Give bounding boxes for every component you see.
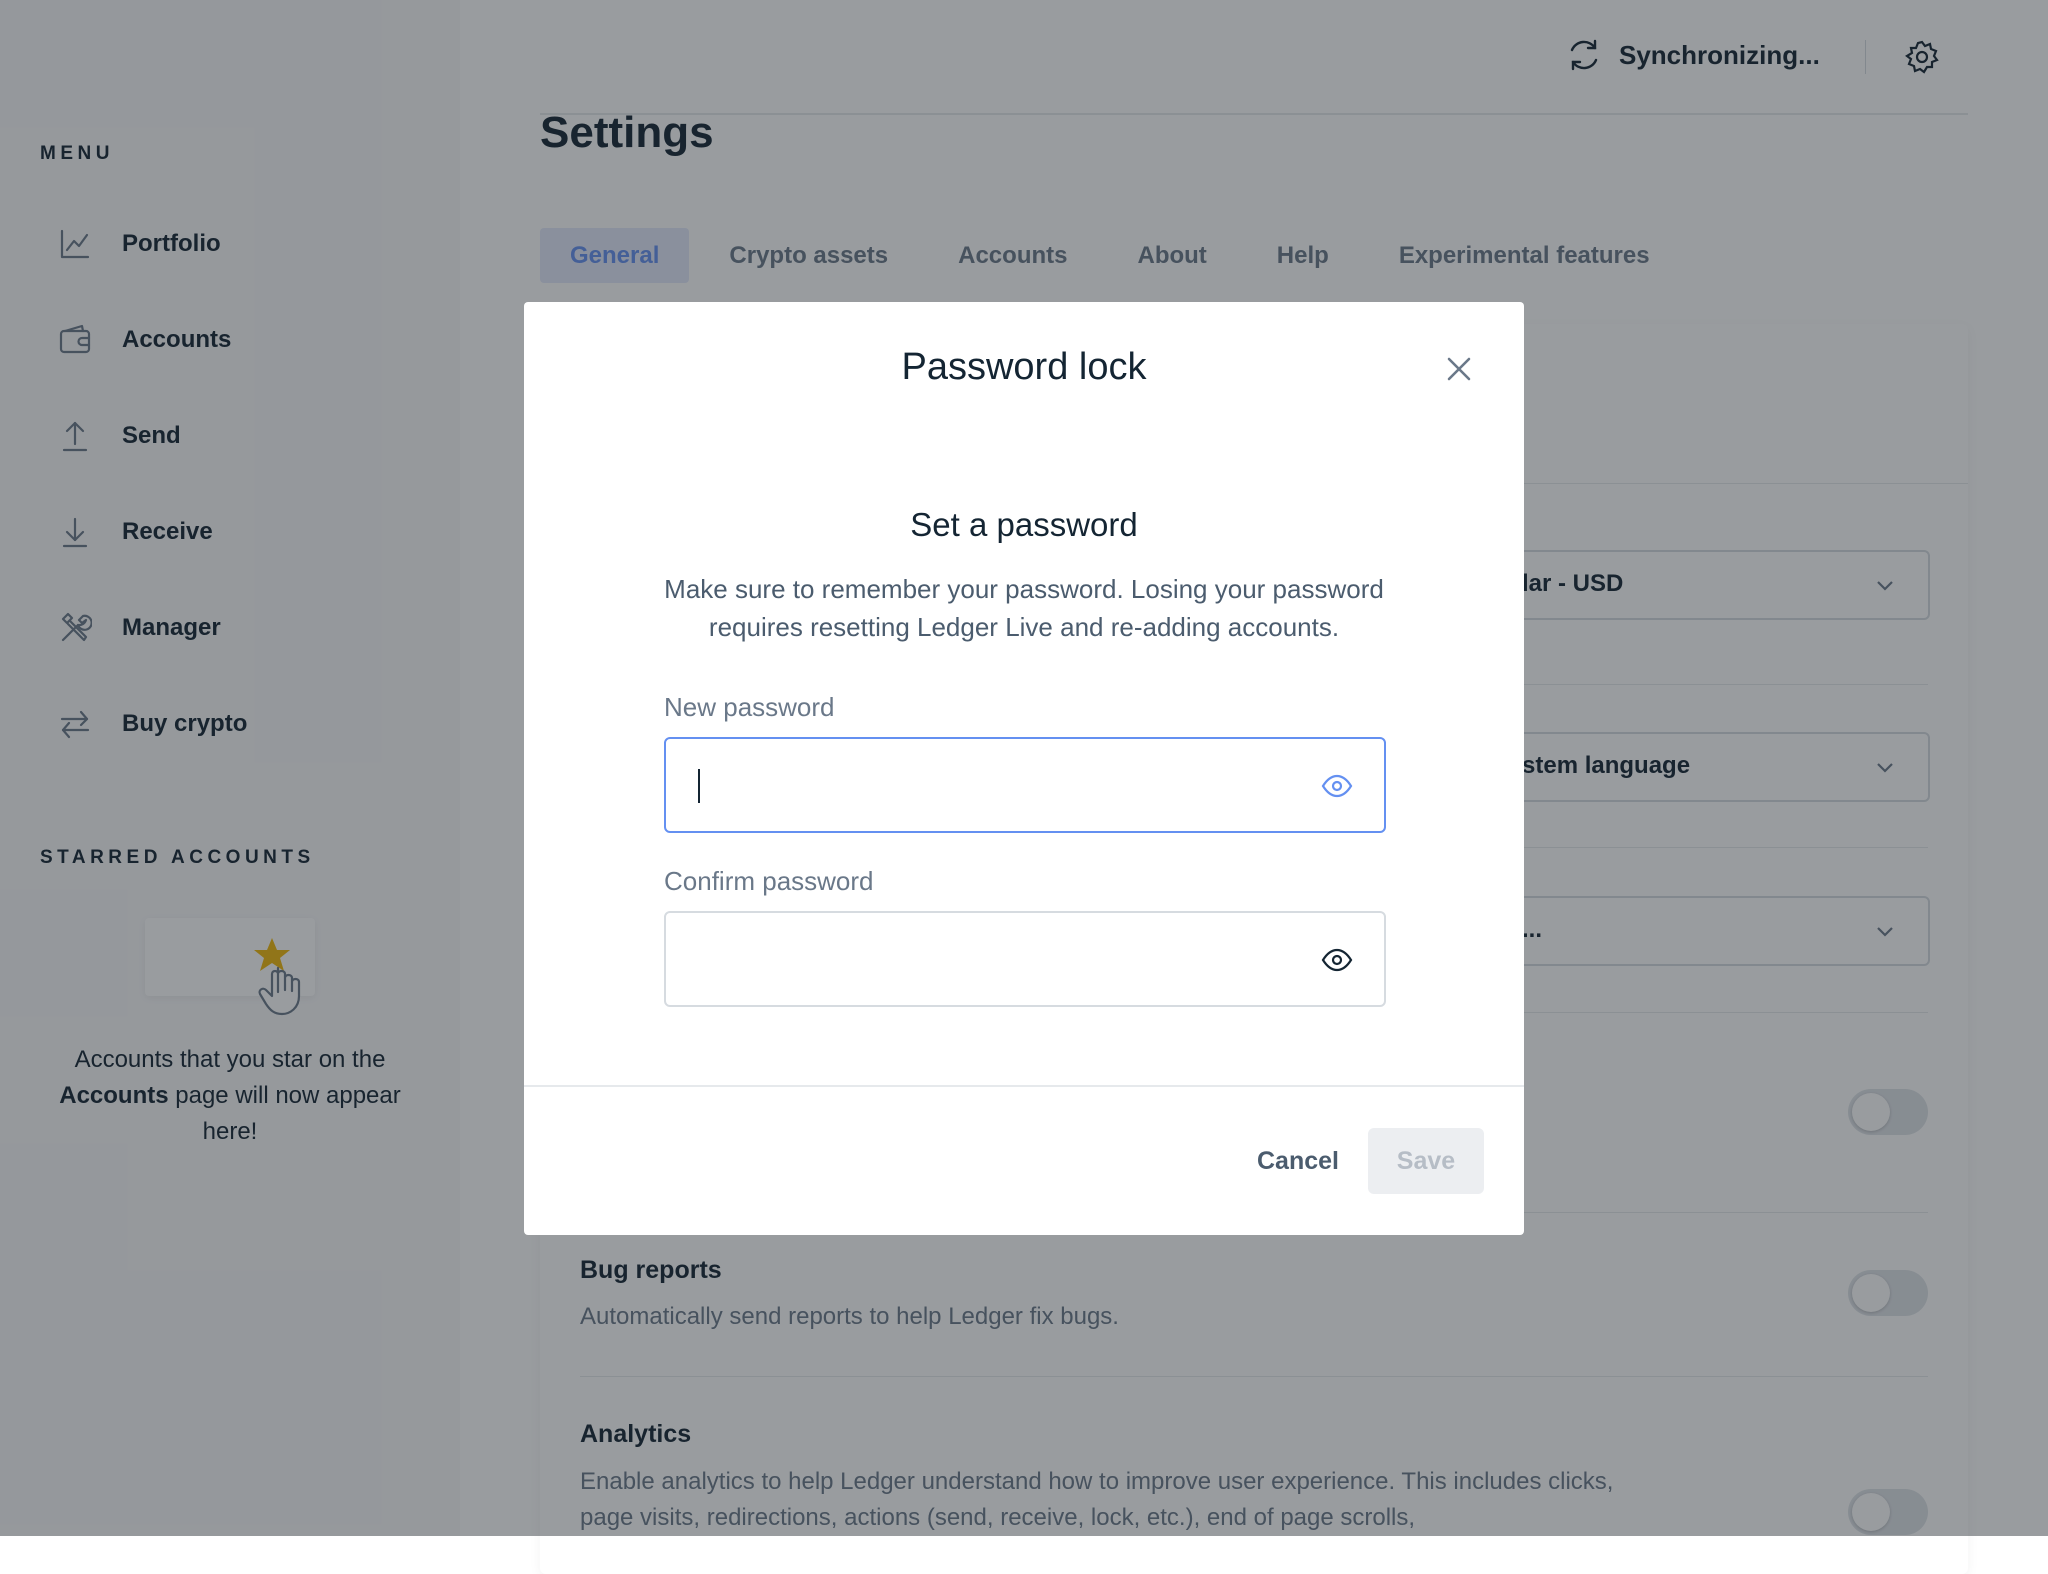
new-password-field[interactable] bbox=[664, 737, 1386, 833]
close-button[interactable] bbox=[1442, 352, 1476, 386]
eye-icon bbox=[1321, 948, 1353, 972]
text-caret bbox=[698, 769, 700, 803]
new-password-label: New password bbox=[664, 692, 835, 722]
close-icon bbox=[1447, 357, 1471, 381]
show-password-button[interactable] bbox=[1320, 943, 1354, 977]
confirm-password-field[interactable] bbox=[664, 911, 1386, 1007]
modal-description: Make sure to remember your password. Los… bbox=[664, 574, 1384, 642]
cancel-button[interactable]: Cancel bbox=[1228, 1128, 1368, 1194]
save-button[interactable]: Save bbox=[1368, 1128, 1484, 1194]
confirm-password-label: Confirm password bbox=[664, 866, 874, 896]
modal-footer-separator bbox=[524, 1085, 1524, 1087]
show-password-button[interactable] bbox=[1320, 769, 1354, 803]
eye-icon bbox=[1321, 774, 1353, 798]
password-lock-modal: Password lock Set a password Make sure t… bbox=[524, 302, 1524, 1235]
modal-subtitle: Set a password bbox=[910, 506, 1138, 543]
modal-title: Password lock bbox=[901, 346, 1147, 388]
